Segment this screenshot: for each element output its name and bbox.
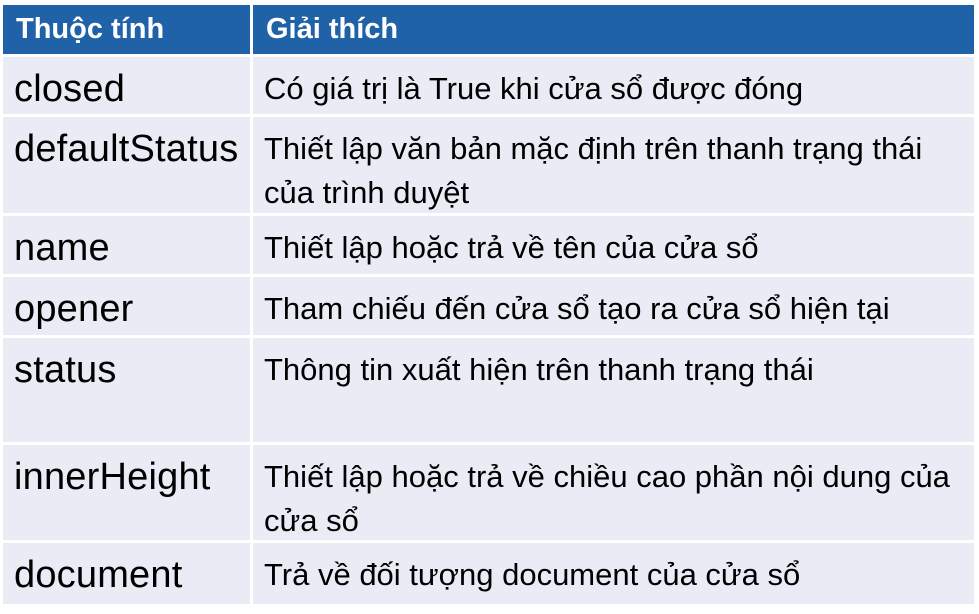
row-description-name: Thiết lập hoặc trả về tên của cửa sổ — [253, 216, 974, 277]
row-description-opener: Tham chiếu đến cửa sổ tạo ra cửa sổ hiện… — [253, 277, 974, 338]
row-property-opener: opener — [3, 277, 253, 338]
row-description-status: Thông tin xuất hiện trên thanh trạng thá… — [253, 338, 974, 445]
row-property-status: status — [3, 338, 253, 445]
row-description-innerheight: Thiết lập hoặc trả về chiều cao phần nội… — [253, 445, 974, 543]
row-description-defaultstatus: Thiết lập văn bản mặc định trên thanh tr… — [253, 117, 974, 216]
header-description: Giải thích — [253, 5, 974, 57]
row-property-document: document — [3, 543, 253, 607]
properties-table: Thuộc tính Giải thích closed Có giá trị … — [3, 5, 974, 607]
row-description-closed: Có giá trị là True khi cửa sổ được đóng — [253, 57, 974, 117]
row-property-name: name — [3, 216, 253, 277]
row-property-closed: closed — [3, 57, 253, 117]
row-description-document: Trả về đối tượng document của cửa sổ — [253, 543, 974, 607]
header-property: Thuộc tính — [3, 5, 253, 57]
row-property-defaultstatus: defaultStatus — [3, 117, 253, 216]
row-property-innerheight: innerHeight — [3, 445, 253, 543]
